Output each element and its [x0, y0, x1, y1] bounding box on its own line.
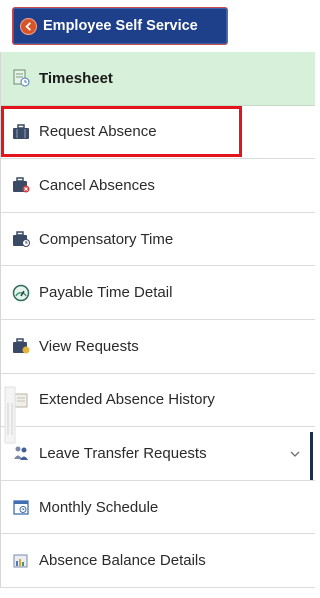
menu-item-extended-absence-history[interactable]: Extended Absence History [1, 373, 315, 428]
menu-item-leave-transfer-requests[interactable]: Leave Transfer Requests [1, 427, 315, 481]
gauge-icon [11, 283, 31, 303]
menu-item-view-requests[interactable]: View Requests [1, 319, 315, 374]
menu-item-monthly-schedule[interactable]: Monthly Schedule [1, 480, 315, 535]
menu-item-label: Monthly Schedule [39, 498, 159, 516]
menu-item-label: Compensatory Time [39, 230, 174, 248]
chevron-down-icon[interactable] [289, 447, 301, 459]
briefcase-icon [11, 122, 31, 142]
menu-item-label: Timesheet [39, 69, 113, 87]
briefcase-clock-icon [11, 229, 31, 249]
navigation-menu: Timesheet Request Absence Cancel Absence… [0, 52, 315, 588]
menu-item-label: Payable Time Detail [39, 284, 173, 302]
menu-item-cancel-absences[interactable]: Cancel Absences [1, 159, 315, 213]
scroll-indicator [310, 432, 313, 480]
balance-icon [11, 551, 31, 571]
menu-item-payable-time-detail[interactable]: Payable Time Detail [1, 266, 315, 320]
menu-item-label: Absence Balance Details [39, 552, 206, 570]
menu-item-timesheet[interactable]: Timesheet [1, 52, 315, 106]
briefcase-cancel-icon [11, 175, 31, 195]
menu-item-label: View Requests [39, 337, 139, 355]
menu-item-compensatory-time[interactable]: Compensatory Time [1, 212, 315, 267]
menu-item-absence-balance-details[interactable]: Absence Balance Details [1, 534, 315, 588]
timesheet-icon [11, 68, 31, 88]
employee-self-service-label: Employee Self Service [43, 18, 198, 34]
employee-self-service-button[interactable]: Employee Self Service [12, 7, 228, 45]
back-arrow-icon [20, 17, 37, 35]
menu-item-label: Request Absence [39, 123, 157, 141]
faded-overlay-icon [4, 385, 16, 445]
top-bar: Employee Self Service [0, 0, 315, 52]
people-transfer-icon [11, 443, 31, 463]
menu-item-label: Extended Absence History [39, 391, 215, 409]
menu-item-request-absence[interactable]: Request Absence [1, 105, 315, 160]
calendar-icon [11, 497, 31, 517]
briefcase-view-icon [11, 336, 31, 356]
menu-item-label: Leave Transfer Requests [39, 444, 207, 462]
menu-item-label: Cancel Absences [39, 176, 155, 194]
